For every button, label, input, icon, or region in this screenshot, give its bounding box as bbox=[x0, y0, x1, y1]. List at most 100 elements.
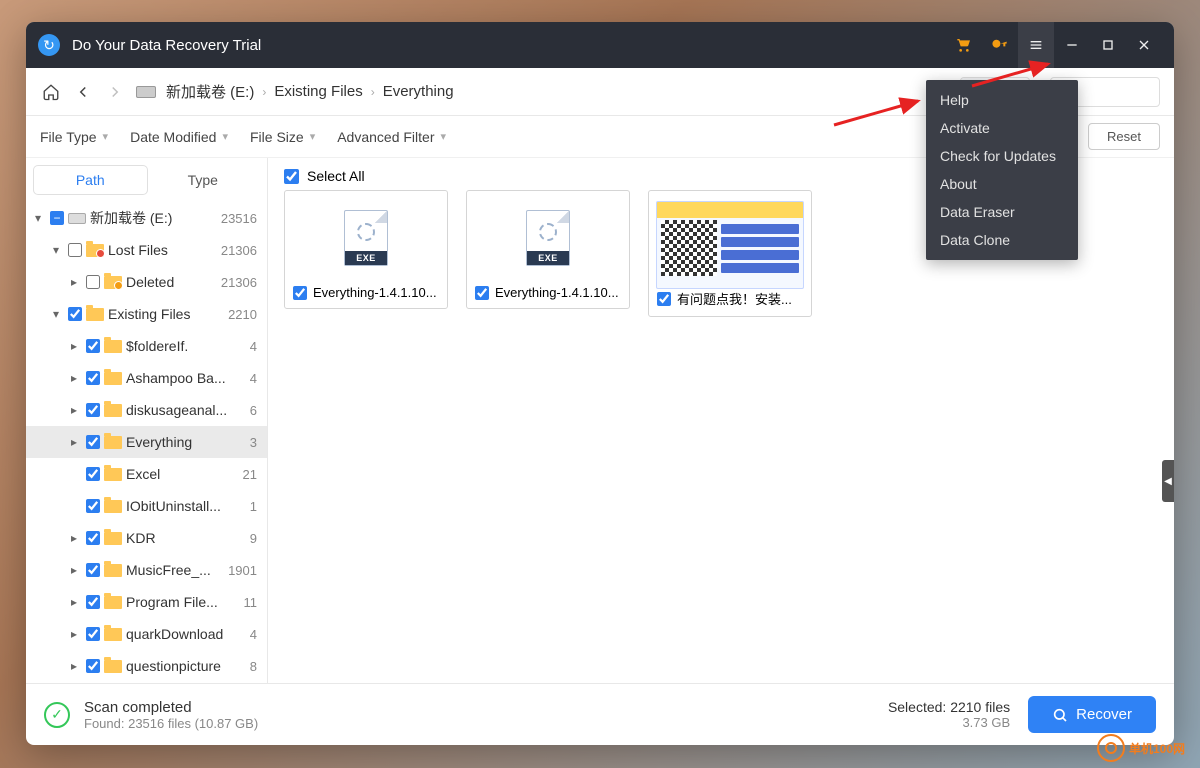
file-tile[interactable]: 有问题点我！安装... bbox=[648, 190, 812, 317]
tree-item-label: Ashampoo Ba... bbox=[126, 370, 244, 386]
checkbox-indeterminate[interactable]: − bbox=[50, 211, 64, 225]
folder-icon bbox=[104, 628, 122, 641]
expand-icon[interactable]: ▸ bbox=[66, 531, 82, 545]
file-tile[interactable]: EXE Everything-1.4.1.10... bbox=[466, 190, 630, 309]
file-tile[interactable]: EXE Everything-1.4.1.10... bbox=[284, 190, 448, 309]
folder-icon bbox=[104, 276, 122, 289]
tree-item[interactable]: ▸Ashampoo Ba...4 bbox=[26, 362, 267, 394]
menu-check-updates[interactable]: Check for Updates bbox=[926, 142, 1078, 170]
exe-icon: EXE bbox=[344, 210, 388, 266]
filter-date-modified[interactable]: Date Modified▾ bbox=[130, 129, 228, 145]
tree-item[interactable]: ▸KDR9 bbox=[26, 522, 267, 554]
menu-activate[interactable]: Activate bbox=[926, 114, 1078, 142]
expand-icon[interactable]: ▸ bbox=[66, 339, 82, 353]
tree-item-label: $foldereIf. bbox=[126, 338, 244, 354]
tree-item[interactable]: ▸diskusageanal...6 bbox=[26, 394, 267, 426]
tree-checkbox[interactable] bbox=[68, 307, 82, 321]
menu-help[interactable]: Help bbox=[926, 86, 1078, 114]
expand-icon[interactable]: ▸ bbox=[66, 435, 82, 449]
tree-item-count: 4 bbox=[244, 627, 257, 642]
tree-item[interactable]: Excel21 bbox=[26, 458, 267, 490]
tree-item[interactable]: ▸$foldereIf.4 bbox=[26, 330, 267, 362]
tree-checkbox[interactable] bbox=[68, 243, 82, 257]
tree-item-count: 11 bbox=[238, 595, 258, 610]
expand-icon[interactable]: ▸ bbox=[66, 659, 82, 673]
tree-item[interactable]: IObitUninstall...1 bbox=[26, 490, 267, 522]
status-bar: ✓ Scan completed Found: 23516 files (10.… bbox=[26, 683, 1174, 745]
tree-root[interactable]: ▾ − 新加载卷 (E:) 23516 bbox=[26, 202, 267, 234]
folder-icon bbox=[86, 308, 104, 321]
image-thumb bbox=[656, 201, 804, 289]
folder-icon bbox=[104, 436, 122, 449]
expand-icon[interactable]: ▸ bbox=[66, 563, 82, 577]
tree-existing-files[interactable]: ▾ Existing Files 2210 bbox=[26, 298, 267, 330]
key-icon[interactable] bbox=[982, 22, 1018, 68]
back-icon[interactable] bbox=[72, 81, 94, 103]
tree-checkbox[interactable] bbox=[86, 499, 100, 513]
tree-checkbox[interactable] bbox=[86, 371, 100, 385]
app-title: Do Your Data Recovery Trial bbox=[72, 37, 261, 54]
minimize-button[interactable] bbox=[1054, 22, 1090, 68]
expand-icon[interactable]: ▸ bbox=[66, 275, 82, 289]
collapse-icon[interactable]: ▾ bbox=[48, 243, 64, 257]
tree-item-count: 6 bbox=[244, 403, 257, 418]
folder-icon bbox=[104, 404, 122, 417]
tree-lost-files[interactable]: ▾ Lost Files 21306 bbox=[26, 234, 267, 266]
file-checkbox[interactable] bbox=[475, 286, 489, 300]
tree-item[interactable]: ▸questionpicture8 bbox=[26, 650, 267, 682]
drive-icon bbox=[68, 213, 86, 224]
file-checkbox[interactable] bbox=[657, 292, 671, 306]
tree-checkbox[interactable] bbox=[86, 275, 100, 289]
tree-checkbox[interactable] bbox=[86, 403, 100, 417]
tree-item[interactable]: ▸Everything3 bbox=[26, 426, 267, 458]
recover-button[interactable]: Recover bbox=[1028, 696, 1156, 733]
select-all-label: Select All bbox=[307, 168, 365, 184]
tree-checkbox[interactable] bbox=[86, 659, 100, 673]
filter-advanced[interactable]: Advanced Filter▾ bbox=[337, 129, 446, 145]
forward-icon bbox=[104, 81, 126, 103]
tree-checkbox[interactable] bbox=[86, 563, 100, 577]
home-icon[interactable] bbox=[40, 81, 62, 103]
tree-checkbox[interactable] bbox=[86, 467, 100, 481]
check-circle-icon: ✓ bbox=[44, 702, 70, 728]
breadcrumb-seg1[interactable]: Existing Files bbox=[274, 83, 362, 100]
tree-item-label: quarkDownload bbox=[126, 626, 244, 642]
cart-icon[interactable] bbox=[946, 22, 982, 68]
tab-type[interactable]: Type bbox=[147, 166, 260, 194]
reset-button[interactable]: Reset bbox=[1088, 123, 1160, 150]
tree-checkbox[interactable] bbox=[86, 627, 100, 641]
expand-icon[interactable]: ▸ bbox=[66, 403, 82, 417]
filter-file-type[interactable]: File Type▾ bbox=[40, 129, 108, 145]
collapse-handle[interactable]: ◀ bbox=[1162, 460, 1174, 502]
tree-item[interactable]: ▸ quarkDownload4 bbox=[26, 618, 267, 650]
tree-deleted[interactable]: ▸ Deleted 21306 bbox=[26, 266, 267, 298]
maximize-button[interactable] bbox=[1090, 22, 1126, 68]
menu-data-clone[interactable]: Data Clone bbox=[926, 226, 1078, 254]
tree-checkbox[interactable] bbox=[86, 595, 100, 609]
folder-icon bbox=[104, 596, 122, 609]
filter-file-size[interactable]: File Size▾ bbox=[250, 129, 315, 145]
breadcrumb-volume[interactable]: 新加载卷 (E:) bbox=[166, 81, 254, 102]
menu-about[interactable]: About bbox=[926, 170, 1078, 198]
file-checkbox[interactable] bbox=[293, 286, 307, 300]
tree-item[interactable]: ▸MusicFree_...1901 bbox=[26, 554, 267, 586]
qr-code-icon bbox=[661, 220, 717, 276]
select-all-checkbox[interactable] bbox=[284, 169, 299, 184]
tree-item[interactable]: ▸Program File...11 bbox=[26, 586, 267, 618]
close-button[interactable] bbox=[1126, 22, 1162, 68]
tree-checkbox[interactable] bbox=[86, 339, 100, 353]
hamburger-menu-button[interactable] bbox=[1018, 22, 1054, 68]
expand-icon[interactable]: ▸ bbox=[66, 595, 82, 609]
folder-tree[interactable]: ▾ − 新加载卷 (E:) 23516 ▾ Lost Files 21306 ▸ bbox=[26, 202, 267, 683]
menu-data-eraser[interactable]: Data Eraser bbox=[926, 198, 1078, 226]
expand-icon[interactable]: ▸ bbox=[66, 627, 82, 641]
exe-icon: EXE bbox=[526, 210, 570, 266]
selected-count: Selected: 2210 files bbox=[888, 699, 1010, 715]
collapse-icon[interactable]: ▾ bbox=[48, 307, 64, 321]
breadcrumb-seg2[interactable]: Everything bbox=[383, 83, 454, 100]
tree-checkbox[interactable] bbox=[86, 531, 100, 545]
collapse-icon[interactable]: ▾ bbox=[30, 211, 46, 225]
tree-checkbox[interactable] bbox=[86, 435, 100, 449]
tab-path[interactable]: Path bbox=[34, 166, 147, 194]
expand-icon[interactable]: ▸ bbox=[66, 371, 82, 385]
